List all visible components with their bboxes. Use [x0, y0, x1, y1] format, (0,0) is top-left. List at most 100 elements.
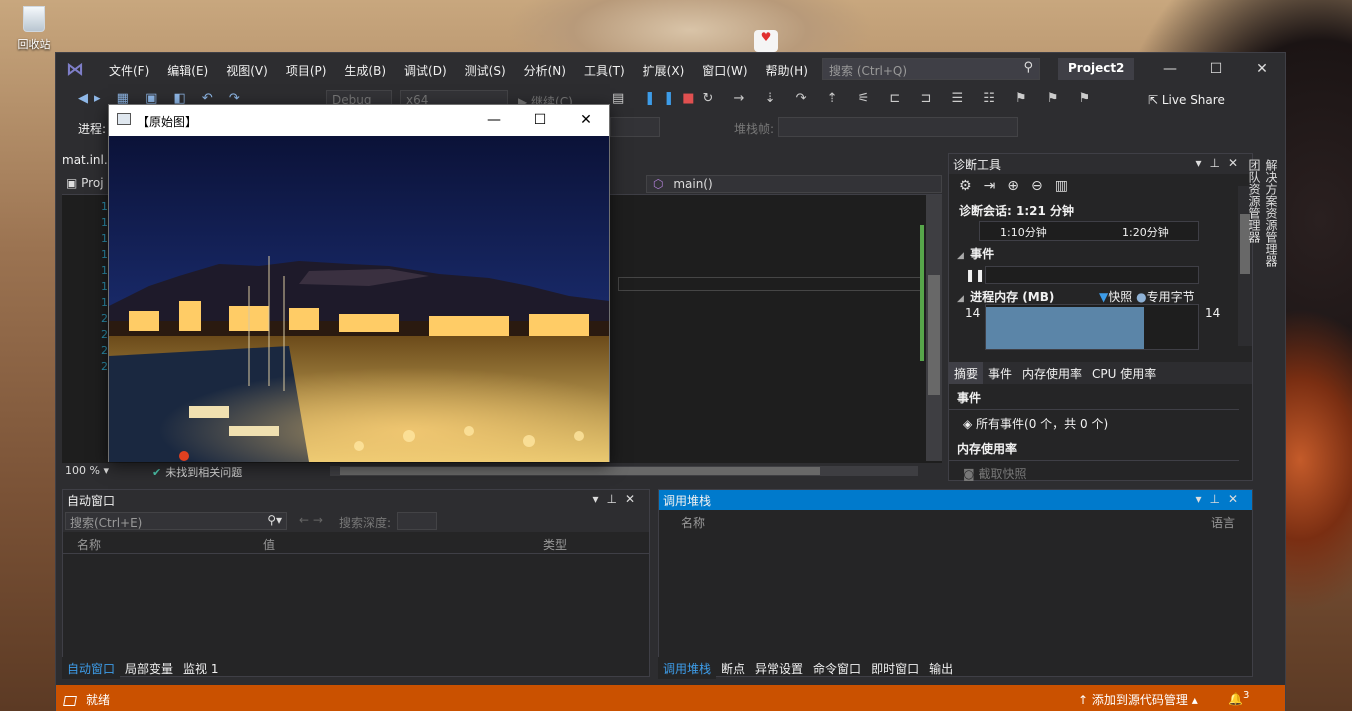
autos-search-input[interactable]: 搜索(Ctrl+E) ⚲▾	[65, 512, 287, 530]
tab-call-stack[interactable]: 调用堆栈	[658, 657, 717, 679]
maximize-button[interactable]: ☐	[517, 105, 563, 136]
menu-edit[interactable]: 编辑(E)	[158, 62, 217, 79]
search-icon[interactable]: ⚲▾	[267, 513, 282, 527]
pause-events-icon: ❚❚	[965, 268, 986, 282]
all-events-link[interactable]: ◈ 所有事件(0 个，共 0 个)	[949, 410, 1239, 437]
thread-dropdown[interactable]	[610, 117, 660, 137]
menu-debug[interactable]: 调试(D)	[395, 62, 456, 79]
col-name[interactable]: 名称	[77, 536, 101, 553]
editor-horizontal-scrollbar[interactable]	[330, 466, 918, 476]
editor-status-bar: 100 % ▾ ✔ 未找到相关问题	[62, 463, 942, 479]
image-window[interactable]: 【原始图】 — ☐ ✕	[108, 104, 610, 462]
recycle-bin-label: 回收站	[17, 38, 51, 51]
panel-controls[interactable]: ▾⊥✕	[592, 492, 643, 506]
memory-section-row: ◢ 进程内存 (MB) ▼快照 ●专用字节	[949, 284, 1252, 304]
col-value[interactable]: 值	[263, 536, 275, 553]
side-tool-tabs: 解决方案资源管理器 团队资源管理器	[1247, 153, 1280, 273]
panel-controls[interactable]: ▾⊥✕	[1195, 492, 1246, 506]
settings-gear-icon[interactable]: ⚙	[959, 178, 984, 194]
menu-analyze[interactable]: 分析(N)	[515, 62, 575, 79]
take-snapshot-label: 截取快照	[978, 467, 1027, 481]
line-number: 2	[101, 328, 108, 341]
line-number: 1	[101, 296, 108, 309]
col-type[interactable]: 类型	[543, 536, 567, 553]
tab-locals[interactable]: 局部变量	[120, 657, 178, 679]
diagnostic-toolbar[interactable]: ⚙⇥⊕⊖▥	[949, 174, 1252, 200]
memory-usage-header: 内存使用率	[949, 437, 1239, 461]
menu-view[interactable]: 视图(V)	[217, 62, 277, 79]
search-depth-dropdown[interactable]	[397, 512, 437, 530]
tab-watch-1[interactable]: 监视 1	[178, 657, 223, 679]
minimize-button[interactable]: —	[1147, 53, 1193, 86]
close-button[interactable]: ✕	[1239, 53, 1285, 86]
tab-cpu-usage[interactable]: CPU 使用率	[1087, 362, 1161, 384]
tab-exception-settings[interactable]: 异常设置	[750, 657, 808, 679]
collapse-icon: ◢	[957, 251, 964, 261]
search-nav-arrows[interactable]: ← →	[299, 513, 323, 527]
call-stack-column-headers: 名称 语言	[659, 510, 1252, 532]
debug-control-icons[interactable]: ▤ ❚❚■↻ → ⇣ ↷ ⇡ ⚟ ⊏ ⊐ ☰ ☷ ⚑ ⚑ ⚑	[612, 91, 1098, 106]
stop-icon[interactable]: ■	[682, 91, 702, 106]
tab-immediate-window[interactable]: 即时窗口	[866, 657, 924, 679]
add-to-source-control-button[interactable]: ↑ 添加到源代码管理 ▴	[1078, 691, 1198, 708]
menu-extensions[interactable]: 扩展(X)	[634, 62, 694, 79]
image-window-title: 【原始图】	[137, 115, 198, 129]
status-ready: 就绪	[63, 691, 111, 708]
panel-controls[interactable]: ▾⊥✕	[1195, 156, 1246, 170]
tab-autos[interactable]: 自动窗口	[62, 657, 121, 679]
chart-icon[interactable]: ▥	[1055, 178, 1080, 194]
tab-events[interactable]: 事件	[983, 362, 1017, 384]
editor-vertical-scrollbar[interactable]	[926, 195, 942, 461]
menu-help[interactable]: 帮助(H)	[757, 62, 817, 79]
menu-test[interactable]: 测试(S)	[456, 62, 515, 79]
maximize-button[interactable]: ☐	[1193, 53, 1239, 86]
stack-frame-dropdown[interactable]	[778, 117, 1018, 137]
events-icon: ◈	[963, 417, 977, 431]
diagnostic-tools-header: 诊断工具 ▾⊥✕	[949, 154, 1252, 174]
timeline-ruler[interactable]: 1:10分钟 1:20分钟	[979, 221, 1199, 241]
close-button[interactable]: ✕	[563, 105, 609, 136]
tab-breakpoints[interactable]: 断点	[716, 657, 750, 679]
session-duration: 诊断会话: 1:21 分钟	[959, 204, 1075, 218]
events-section-title[interactable]: ◢ 事件	[949, 241, 1252, 266]
legend-private: 专用字节	[1146, 290, 1195, 304]
all-events-label: 所有事件(0 个，共 0 个)	[976, 417, 1109, 431]
menu-build[interactable]: 生成(B)	[335, 62, 395, 79]
zoom-in-icon[interactable]: ⊕	[1007, 178, 1031, 194]
tab-team-explorer[interactable]: 团队资源管理器	[1246, 153, 1263, 273]
menu-tools[interactable]: 工具(T)	[575, 62, 634, 79]
scrollbar-thumb[interactable]	[340, 467, 820, 475]
issues-label: 未找到相关问题	[165, 466, 243, 479]
tab-solution-explorer[interactable]: 解决方案资源管理器	[1263, 153, 1280, 273]
scrollbar-thumb[interactable]	[928, 275, 940, 395]
menu-window[interactable]: 窗口(W)	[693, 62, 756, 79]
recycle-bin[interactable]: 回收站	[12, 6, 56, 52]
image-window-titlebar[interactable]: 【原始图】 — ☐ ✕	[109, 105, 609, 136]
tab-output[interactable]: 输出	[924, 657, 958, 679]
menu-file[interactable]: 文件(F)	[100, 62, 158, 79]
minimize-button[interactable]: —	[471, 105, 517, 136]
nav-project-dropdown[interactable]: ▣ Proj	[66, 176, 104, 190]
notifications-bell-icon[interactable]: 🔔3	[1228, 690, 1249, 706]
memory-legend: ▼快照 ●专用字节	[1099, 288, 1195, 305]
take-snapshot-button[interactable]: ◙ 截取快照	[949, 461, 1239, 486]
memory-graph[interactable]	[985, 304, 1199, 350]
export-icon[interactable]: ⇥	[984, 178, 1008, 194]
memory-graph-row: 14 14	[949, 304, 1252, 350]
col-language[interactable]: 语言	[1211, 514, 1235, 531]
tab-memory-usage[interactable]: 内存使用率	[1017, 362, 1087, 384]
menu-project[interactable]: 项目(P)	[277, 62, 336, 79]
col-name[interactable]: 名称	[681, 514, 705, 531]
status-ready-label: 就绪	[86, 693, 111, 707]
tab-command-window[interactable]: 命令窗口	[808, 657, 866, 679]
quick-search-input[interactable]: 搜索 (Ctrl+Q) ⚲	[822, 58, 1040, 80]
zoom-dropdown[interactable]: 100 % ▾	[65, 464, 109, 477]
nav-function-dropdown[interactable]: ⬡ main()	[646, 175, 942, 193]
issues-indicator[interactable]: ✔ 未找到相关问题	[152, 464, 242, 480]
pause-icon[interactable]: ❚❚	[644, 91, 682, 106]
memory-axis-right: 14	[1205, 306, 1221, 320]
debug-left-tabs: 自动窗口 局部变量 监视 1	[62, 657, 223, 679]
live-share-button[interactable]: ⇱ Live Share	[1148, 93, 1225, 107]
tab-summary[interactable]: 摘要	[949, 362, 984, 384]
zoom-out-icon[interactable]: ⊖	[1031, 178, 1055, 194]
